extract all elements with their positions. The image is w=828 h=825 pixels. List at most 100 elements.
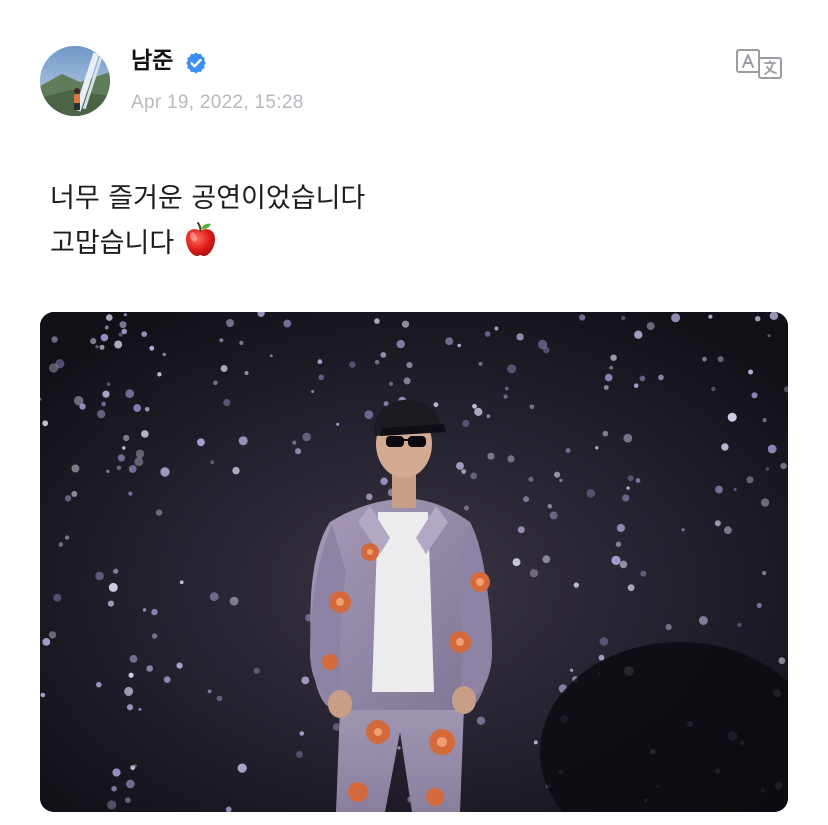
- crowd-light: [128, 465, 137, 473]
- crowd-light: [767, 334, 771, 338]
- crowd-light: [681, 528, 685, 532]
- crowd-light: [295, 751, 303, 758]
- crowd-light: [374, 318, 380, 324]
- crowd-light: [151, 633, 158, 639]
- crowd-light: [573, 582, 579, 588]
- post-photo[interactable]: [40, 312, 788, 812]
- crowd-light: [389, 381, 393, 386]
- crowd-light: [144, 407, 150, 412]
- crowd-light: [117, 454, 125, 462]
- crowd-light: [292, 440, 297, 445]
- crowd-light: [517, 526, 525, 534]
- post-text-line-2-text: 고맙습니다: [50, 228, 175, 259]
- crowd-light: [595, 446, 599, 450]
- crowd-light: [507, 455, 515, 463]
- crowd-light: [396, 339, 405, 349]
- crowd-light: [123, 313, 127, 317]
- crowd-light: [658, 374, 664, 381]
- crowd-light: [64, 535, 70, 540]
- crowd-light: [671, 313, 681, 323]
- crowd-light: [528, 476, 534, 482]
- crowd-light: [484, 331, 491, 337]
- crowd-light: [64, 495, 72, 502]
- crowd-light: [529, 569, 539, 578]
- crowd-light: [627, 475, 634, 482]
- crowd-light: [253, 667, 260, 674]
- crowd-light: [512, 558, 521, 567]
- translate-icon: [736, 49, 782, 79]
- crowd-light: [163, 676, 171, 683]
- crowd-light: [142, 608, 147, 612]
- translate-button[interactable]: [733, 48, 785, 82]
- verified-check-icon: [184, 51, 208, 75]
- crowd-light: [141, 430, 149, 438]
- red-apple-emoji-icon: [182, 221, 219, 258]
- crowd-light: [295, 448, 302, 455]
- crowd-light: [207, 689, 212, 694]
- crowd-light: [130, 765, 136, 771]
- crowd-light: [767, 444, 777, 454]
- crowd-light: [472, 403, 477, 409]
- crowd-light: [380, 352, 387, 358]
- post-text-line-2: 고맙습니다: [50, 221, 365, 266]
- crowd-light: [462, 419, 470, 427]
- crowd-light: [717, 356, 724, 363]
- crowd-light: [106, 382, 111, 386]
- crowd-light: [516, 333, 524, 341]
- crowd-light: [627, 584, 635, 592]
- crowd-light: [547, 503, 553, 509]
- crowd-light: [53, 593, 62, 602]
- crowd-light: [476, 716, 486, 725]
- crowd-light: [134, 457, 144, 467]
- crowd-light: [780, 462, 787, 470]
- crowd-light: [623, 433, 633, 443]
- crowd-light: [112, 768, 121, 777]
- crowd-light: [549, 511, 558, 520]
- crowd-light: [702, 356, 707, 362]
- crowd-light: [97, 409, 106, 419]
- crowd-light: [646, 322, 655, 331]
- crowd-light: [318, 374, 325, 381]
- crowd-light: [698, 616, 708, 625]
- crowd-light: [494, 326, 499, 331]
- crowd-light: [727, 412, 737, 422]
- crowd-light: [621, 315, 626, 321]
- crowd-light: [461, 469, 467, 474]
- crowd-light: [42, 420, 49, 427]
- crowd-light: [765, 467, 770, 471]
- crowd-light: [311, 390, 315, 393]
- crowd-light: [445, 337, 454, 346]
- crowd-light: [126, 704, 134, 711]
- author-avatar[interactable]: [40, 46, 110, 116]
- crowd-light: [639, 375, 646, 382]
- crowd-light: [746, 476, 754, 484]
- crowd-light: [610, 354, 617, 361]
- crowd-light: [95, 571, 104, 581]
- crowd-light: [104, 325, 109, 330]
- crowd-light: [559, 478, 563, 483]
- crowd-light: [149, 345, 155, 351]
- crowd-light: [102, 390, 110, 398]
- crowd-light: [107, 600, 114, 607]
- crowd-light: [478, 361, 483, 366]
- crowd-light: [101, 401, 106, 407]
- crowd-light: [124, 686, 134, 696]
- author-name[interactable]: 남준: [131, 44, 173, 78]
- crowd-light: [51, 336, 58, 343]
- crowd-light: [55, 359, 65, 369]
- crowd-light: [107, 800, 117, 810]
- crowd-light: [119, 321, 127, 329]
- crowd-light: [456, 462, 464, 470]
- crowd-light: [755, 316, 761, 322]
- crowd-light: [602, 430, 609, 437]
- crowd-light: [721, 443, 729, 451]
- crowd-light: [210, 460, 215, 465]
- crowd-light: [155, 509, 163, 516]
- crowd-light: [71, 464, 80, 473]
- crowd-light: [160, 467, 170, 477]
- crowd-light: [229, 596, 239, 606]
- crowd-light: [135, 449, 145, 459]
- crowd-light: [611, 555, 621, 565]
- crowd-light: [756, 602, 762, 608]
- crowd-light: [523, 496, 530, 503]
